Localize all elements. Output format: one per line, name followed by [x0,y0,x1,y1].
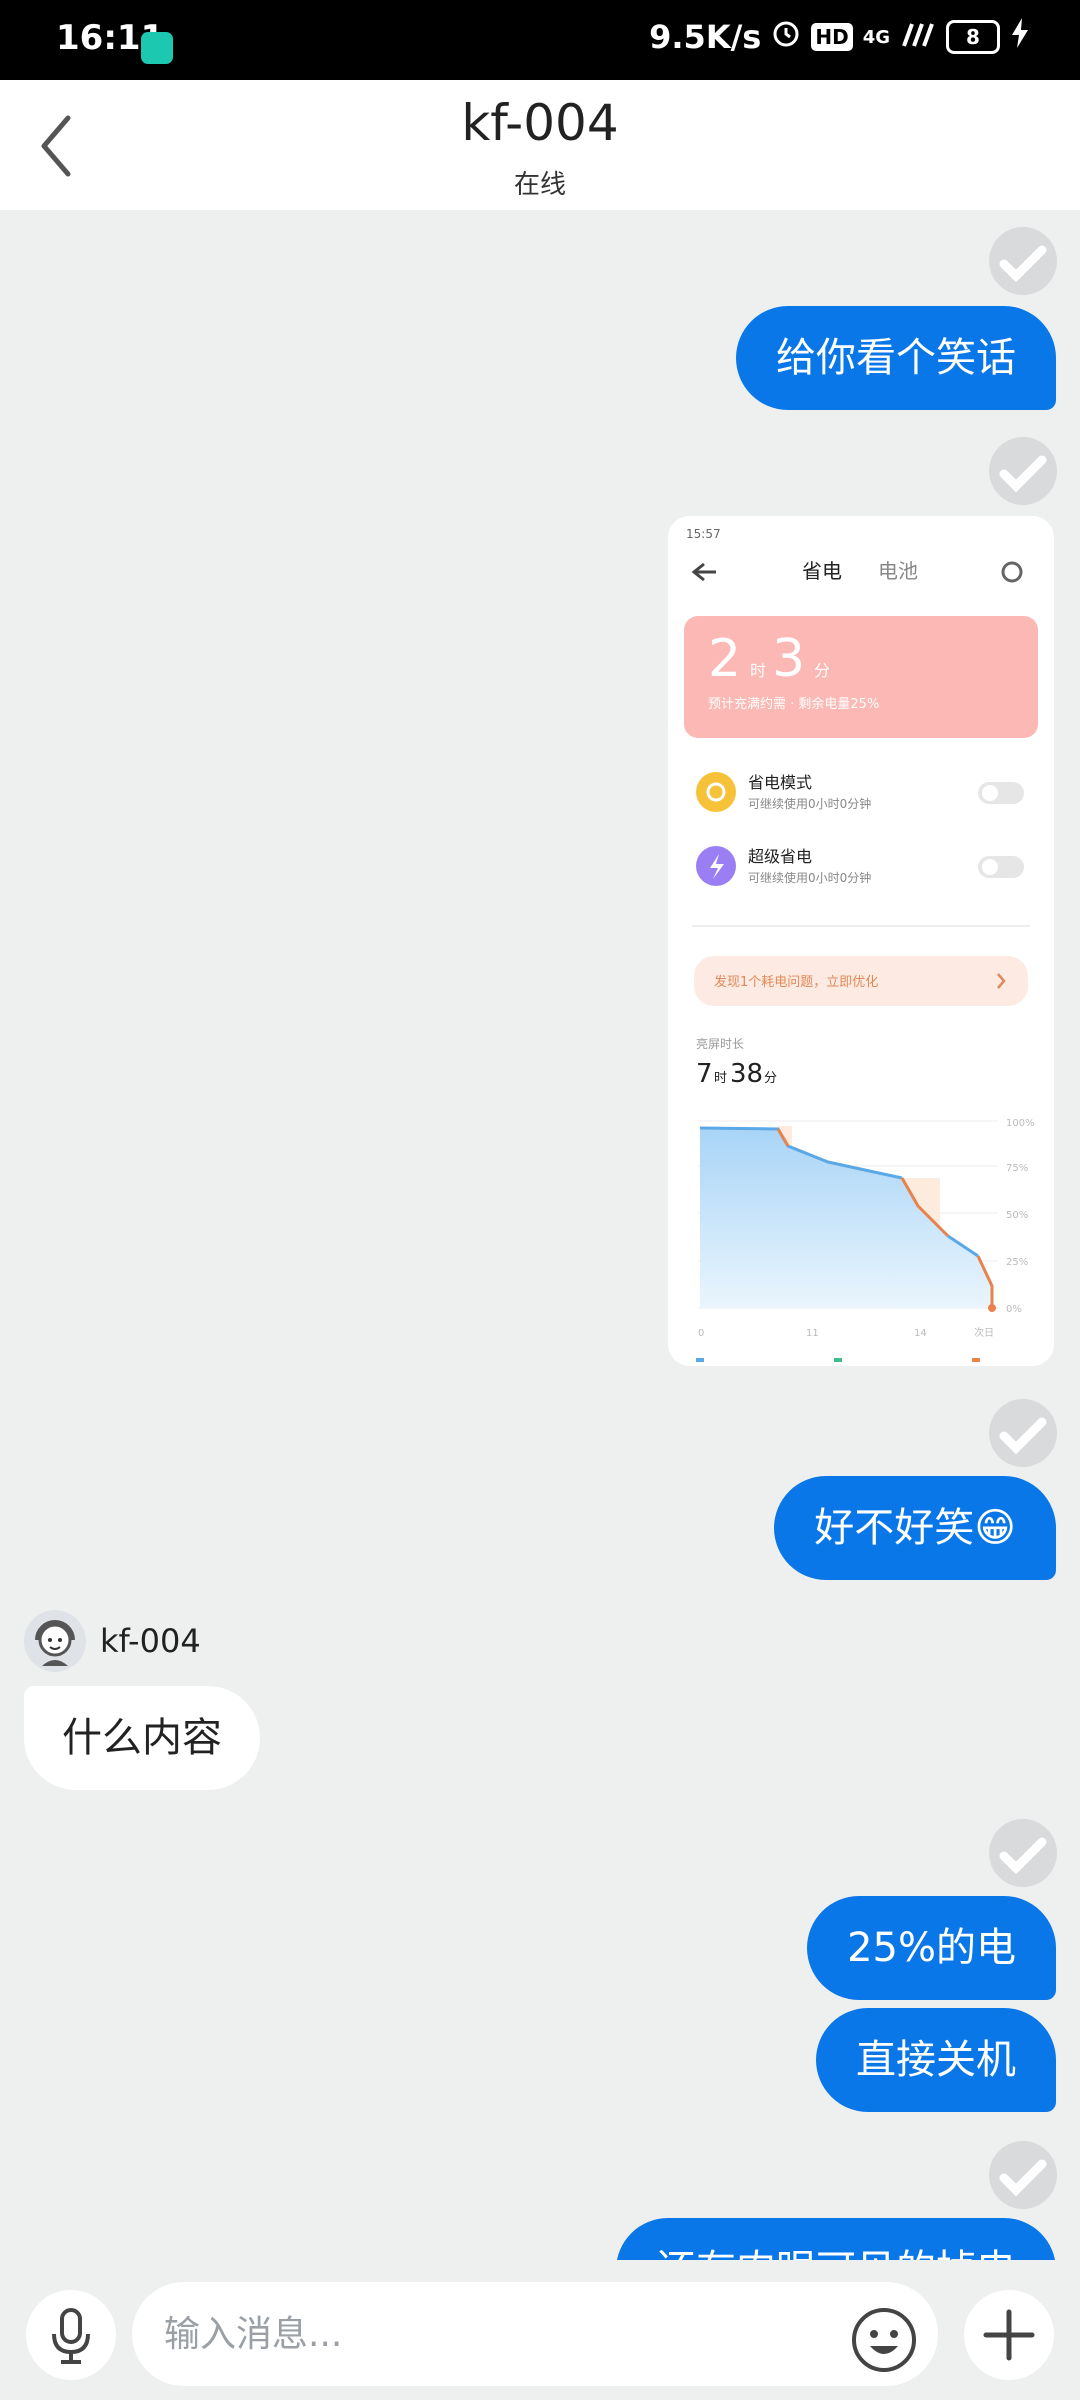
svg-text:0: 0 [698,1328,704,1339]
net-speed: 9.5K/s [649,18,762,56]
read-receipt-icon [988,226,1058,296]
shot-subtext: 预计充满约需 · 剩余电量25% [708,696,879,712]
svg-text:14: 14 [914,1328,927,1339]
alarm-icon [771,18,801,56]
shot-power-save-icon [696,772,736,812]
page-title: kf-004 [461,94,619,152]
shot-option2-sub: 可继续使用0小时0分钟 [748,870,871,885]
shot-option1-title: 省电模式 [748,773,812,792]
chat-header: kf-004 在线 [0,80,1080,210]
shot-option2-title: 超级省电 [748,847,812,866]
microphone-icon [52,2308,90,2364]
shot-tab-other: 电池 [878,559,918,583]
svg-text:分: 分 [764,1071,777,1086]
message-bubble-in[interactable]: 什么内容 [24,1686,260,1790]
charging-icon [1010,18,1030,56]
battery-screenshot-image: 15:57 省电 电池 2 时 3 分 预计充满约需 · 剩余电量25% 省电模… [668,516,1054,1366]
emoji-button[interactable] [848,2304,920,2376]
battery-icon: 8 [946,20,1000,54]
hd-badge: HD [811,23,853,51]
voice-button[interactable] [26,2290,116,2380]
shot-minutes-unit: 分 [814,661,830,680]
emoji-icon [852,2308,916,2372]
status-bar: 16:11 9.5K/s HD 4G 8 [0,0,1080,80]
image-message[interactable]: 15:57 省电 电池 2 时 3 分 预计充满约需 · 剩余电量25% 省电模… [668,516,1054,1366]
shot-tip-text: 发现1个耗电问题，立即优化 [714,974,878,990]
message-bubble-out[interactable]: 还有肉眼可见的掉电 [616,2218,1056,2260]
svg-text:100%: 100% [1006,1118,1035,1129]
shot-minutes: 3 [772,629,805,689]
message-bubble-out[interactable]: 好不好笑😁 [774,1476,1056,1580]
message-bubble-out[interactable]: 直接关机 [816,2008,1056,2112]
status-right: 9.5K/s HD 4G 8 [649,18,1030,56]
message-input[interactable] [132,2282,938,2386]
shot-option1-sub: 可继续使用0小时0分钟 [748,796,871,811]
svg-text:25%: 25% [1006,1257,1028,1268]
shot-usage-hours: 7 [696,1059,713,1089]
shot-usage-minutes: 38 [730,1059,763,1089]
svg-text:11: 11 [806,1328,819,1339]
shot-time: 15:57 [686,527,721,541]
svg-text:时: 时 [714,1071,727,1086]
shot-hours-unit: 时 [750,661,766,680]
svg-text:0%: 0% [1006,1304,1022,1315]
read-receipt-icon [988,1818,1058,1888]
svg-text:50%: 50% [1006,1210,1028,1221]
shot-usage-label: 亮屏时长 [696,1036,744,1051]
read-receipt-icon [988,436,1058,506]
chat-area[interactable]: 给你看个笑话 15:57 省电 电池 2 时 3 分 预计充满约需 · 剩余电量… [0,210,1080,2260]
more-button[interactable] [964,2290,1054,2380]
signal-type: 4G [862,26,890,48]
shield-icon [141,32,173,64]
read-receipt-icon [988,1398,1058,1468]
shot-tab-active: 省电 [802,559,842,583]
agent-avatar-icon[interactable] [24,1610,86,1672]
shot-hours: 2 [708,629,741,689]
read-receipt-icon [988,2140,1058,2210]
input-bar [0,2262,1080,2400]
message-bubble-out[interactable]: 给你看个笑话 [736,306,1056,410]
online-status: 在线 [513,170,566,200]
sender-name: kf-004 [100,1622,201,1660]
message-bubble-out[interactable]: 25%的电 [807,1896,1056,2000]
svg-text:次日: 次日 [974,1326,994,1339]
svg-text:75%: 75% [1006,1163,1028,1174]
plus-icon [983,2309,1035,2361]
signal-icon [900,18,936,56]
